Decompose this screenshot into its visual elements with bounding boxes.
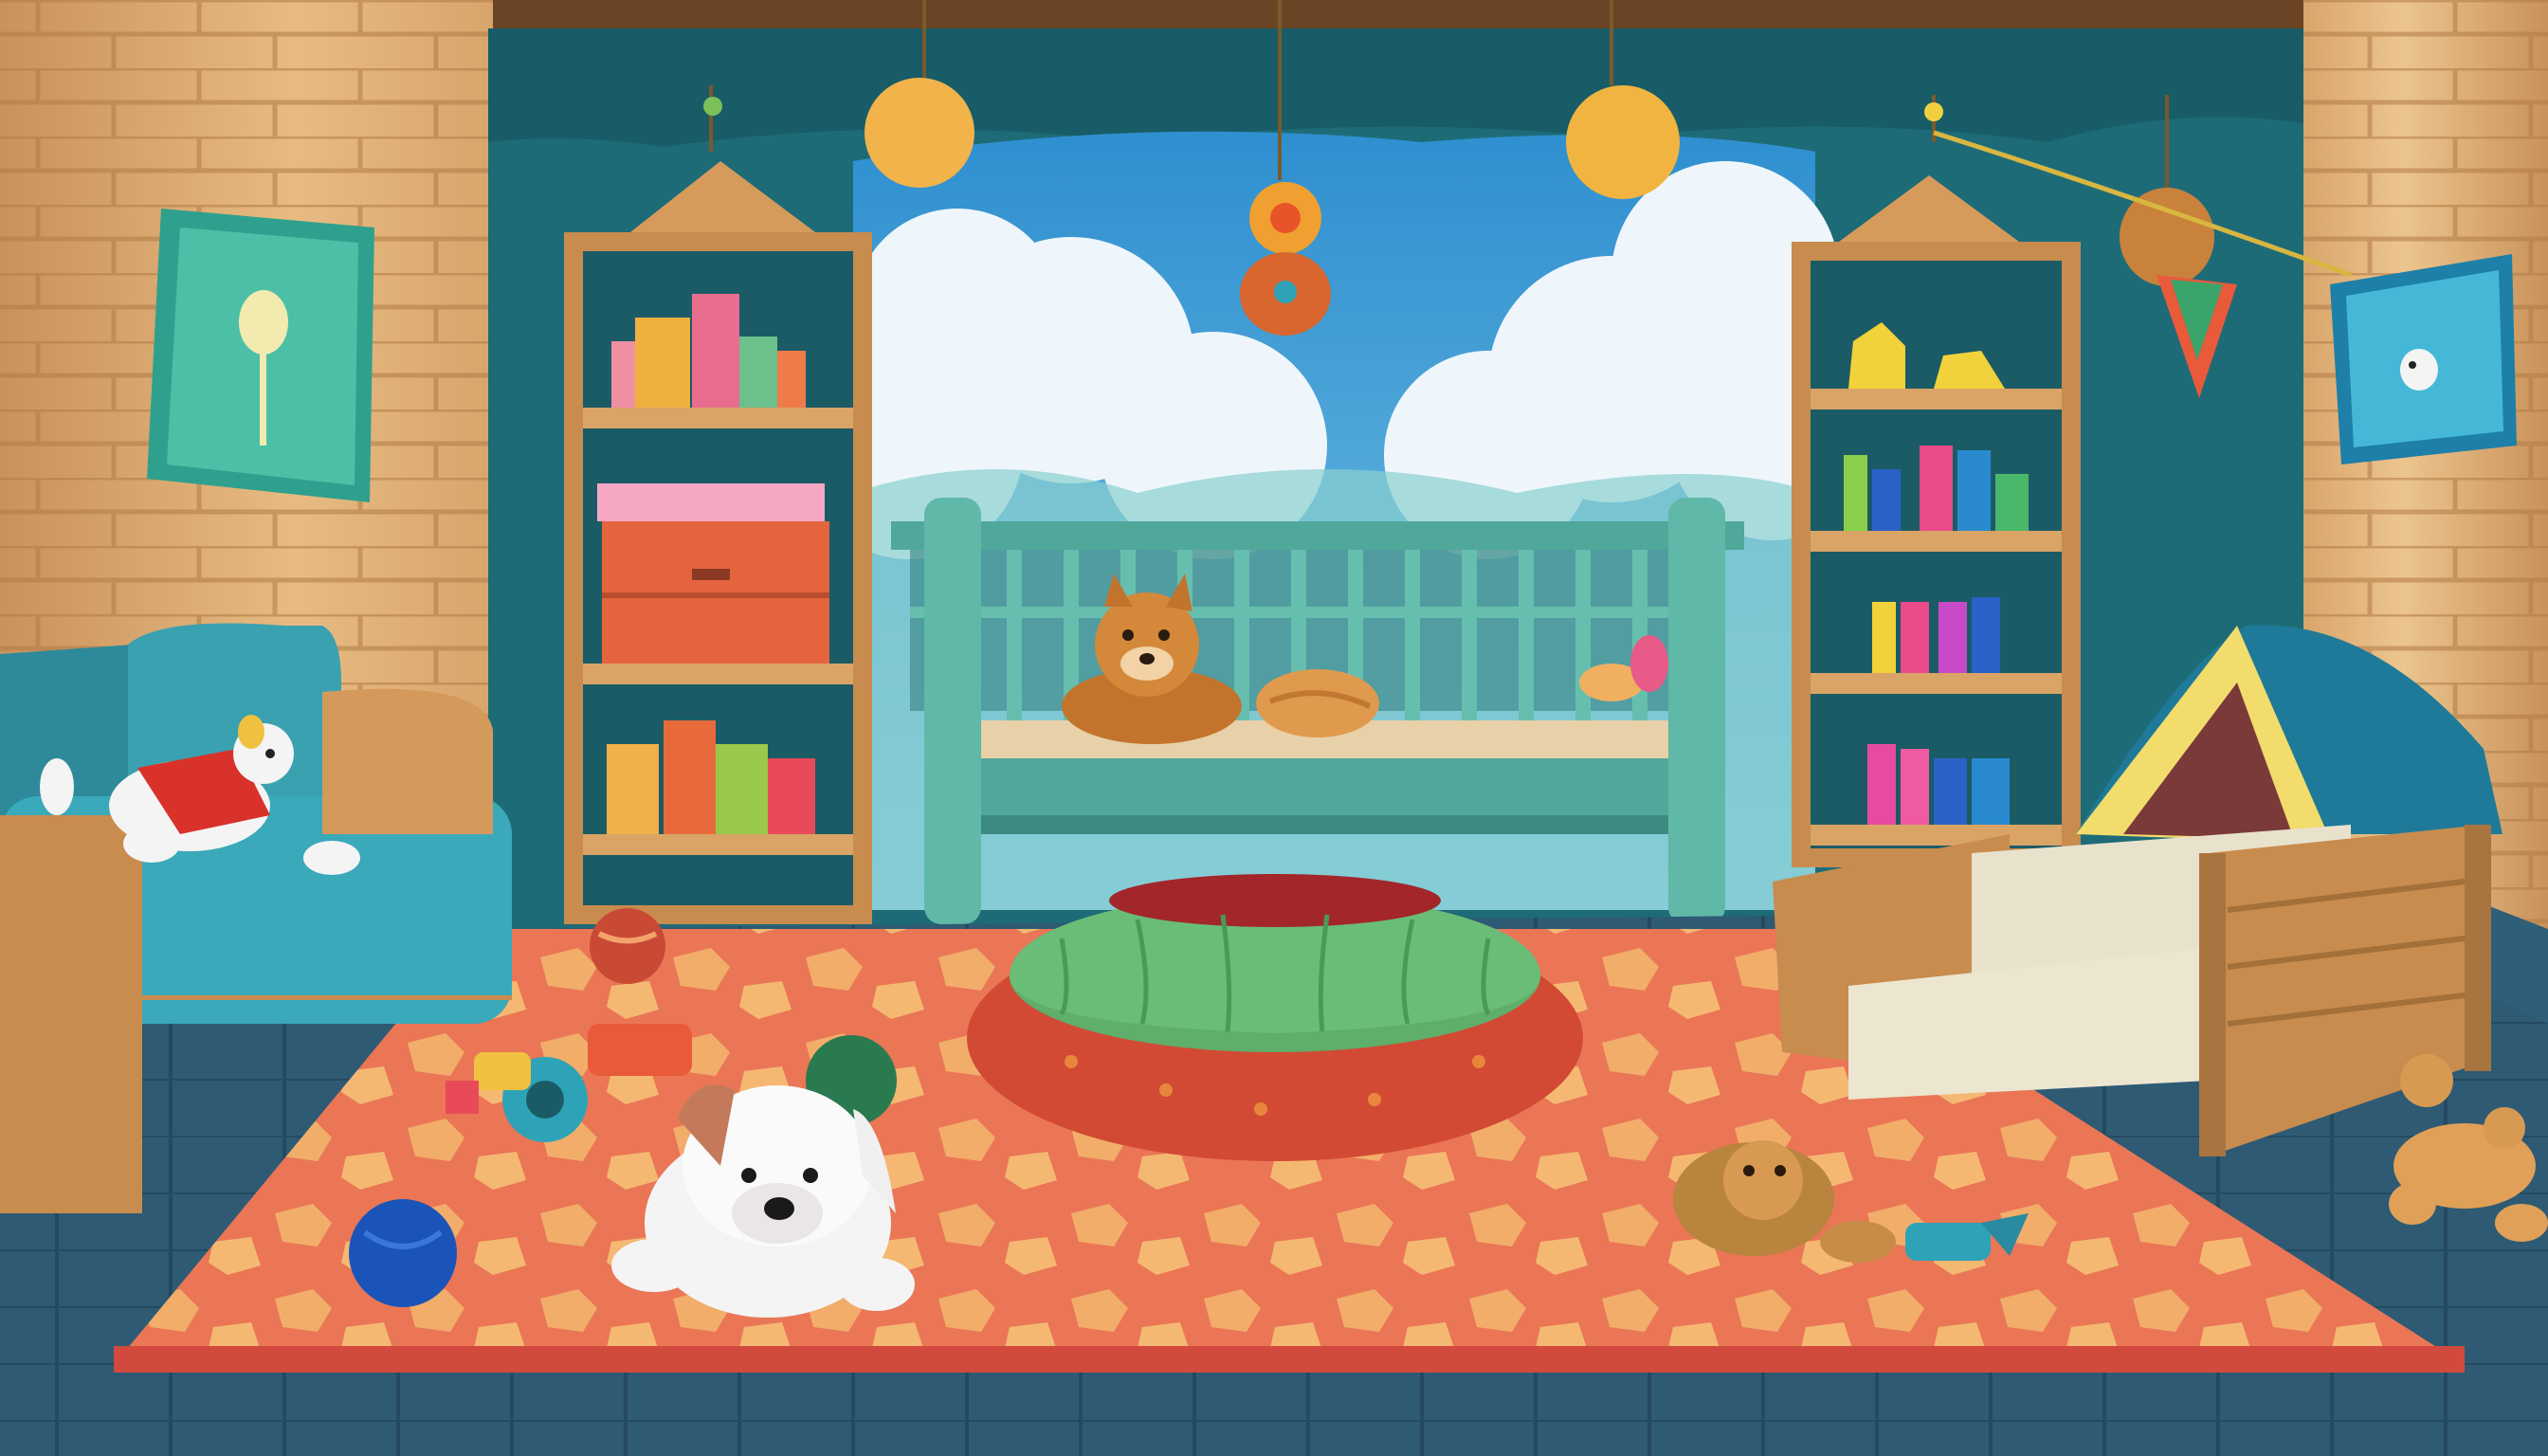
hanging-ornament [864, 78, 974, 188]
right-bookshelf [1792, 175, 2081, 867]
right-wall-picture [2330, 254, 2517, 464]
blue-ball [349, 1199, 457, 1307]
left-wall-picture [147, 209, 374, 502]
hanging-ornament [2120, 188, 2214, 286]
hanging-ornament [1566, 85, 1680, 199]
game-scene [0, 0, 2548, 1456]
left-bookshelf [564, 161, 872, 924]
red-ball [590, 908, 665, 984]
